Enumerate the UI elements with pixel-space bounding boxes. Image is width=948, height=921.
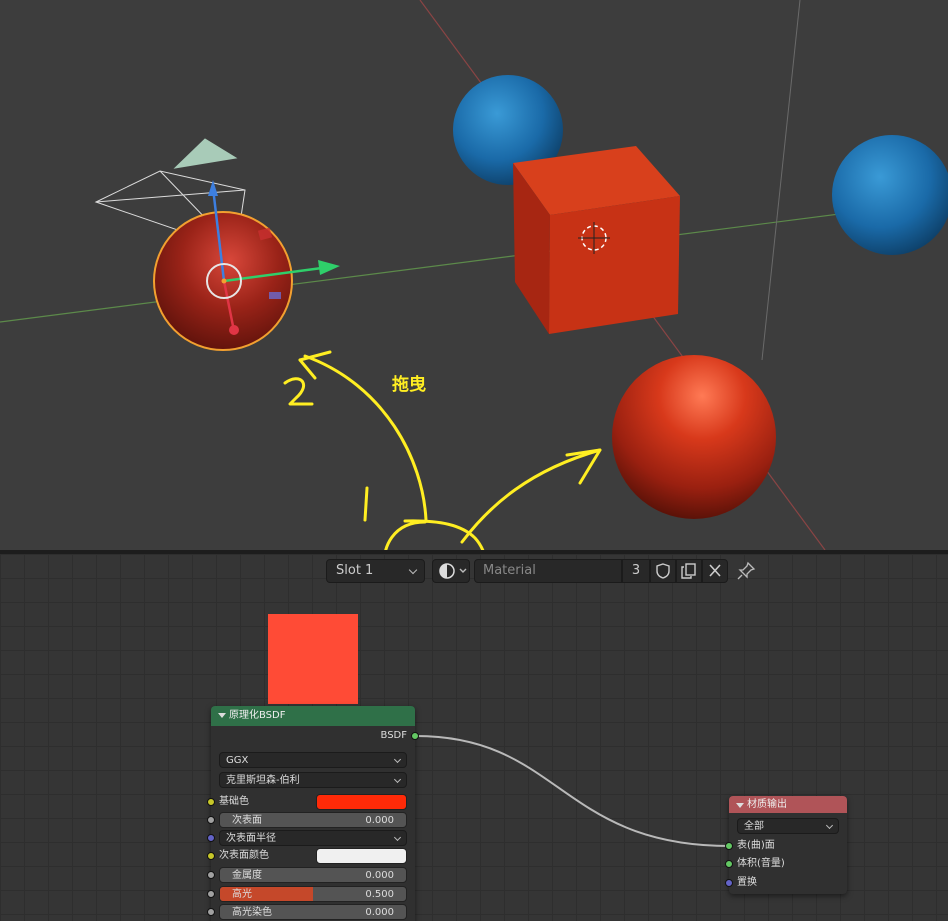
node-editor-header: Slot 1 Material 3 <box>0 554 948 588</box>
subsurface-socket[interactable] <box>207 816 215 824</box>
surface-label: 表(曲)面 <box>737 840 775 851</box>
duplicate-icon <box>681 563 696 579</box>
metallic-field[interactable]: 金属度 0.000 <box>219 867 407 883</box>
bsdf-to-surface-link <box>415 735 731 847</box>
specular-label: 高光 <box>232 889 252 900</box>
specular-field[interactable]: 高光 0.500 <box>219 886 407 902</box>
grid-line <box>761 0 801 361</box>
subsurface-color-socket[interactable] <box>207 852 215 860</box>
specular-socket[interactable] <box>207 890 215 898</box>
metallic-label: 金属度 <box>232 870 262 881</box>
material-sphere-icon <box>439 563 467 579</box>
subsurface-radius-select[interactable]: 次表面半径 <box>219 830 407 846</box>
specular-tint-value: 0.000 <box>365 907 394 918</box>
metallic-value: 0.000 <box>365 870 394 881</box>
close-icon <box>709 564 721 577</box>
duplicate-material-button[interactable] <box>676 559 702 583</box>
output-target-select[interactable]: 全部 <box>737 818 839 834</box>
pin-button[interactable] <box>734 559 758 583</box>
surface-socket[interactable] <box>725 842 733 850</box>
displacement-socket[interactable] <box>725 879 733 887</box>
volume-label: 体积(音量) <box>737 858 785 869</box>
unlink-material-button[interactable] <box>702 559 728 583</box>
bsdf-output-socket[interactable] <box>411 732 419 740</box>
subsurface-field[interactable]: 次表面 0.000 <box>219 812 407 828</box>
slot-dropdown[interactable]: Slot 1 <box>326 559 425 583</box>
subsurface-value: 0.000 <box>365 815 394 826</box>
volume-socket[interactable] <box>725 860 733 868</box>
blue-sphere-right <box>832 135 948 255</box>
subsurface-color-swatch[interactable] <box>316 848 407 864</box>
viewport-scene <box>0 0 948 550</box>
shader-node-editor[interactable]: 原理化BSDF BSDF GGX 克里斯坦森-伯利 基础色 次表面 0.000 … <box>0 554 948 921</box>
material-name-field[interactable]: Material <box>474 559 622 583</box>
specular-tint-label: 高光染色 <box>232 907 272 918</box>
slot-label: Slot 1 <box>336 563 374 578</box>
bsdf-node-header[interactable]: 原理化BSDF <box>211 706 415 726</box>
distribution-select[interactable]: GGX <box>219 752 407 768</box>
metallic-socket[interactable] <box>207 871 215 879</box>
red-sphere <box>612 355 776 519</box>
annotation-drag-label: 拖曳 <box>392 375 426 395</box>
output-node-header[interactable]: 材质输出 <box>729 796 847 813</box>
specular-value: 0.500 <box>365 889 394 900</box>
subsurface-method-select[interactable]: 克里斯坦森-伯利 <box>219 772 407 788</box>
bsdf-output-label: BSDF <box>380 730 407 741</box>
fake-user-button[interactable] <box>650 559 676 583</box>
drag-annotation <box>283 350 602 550</box>
base-color-socket[interactable] <box>207 798 215 806</box>
subsurface-radius-socket[interactable] <box>207 834 215 842</box>
displacement-label: 置换 <box>737 877 757 888</box>
red-cube <box>513 146 680 334</box>
principled-bsdf-node[interactable]: 原理化BSDF BSDF GGX 克里斯坦森-伯利 基础色 次表面 0.000 … <box>207 706 419 921</box>
subsurface-label: 次表面 <box>232 815 262 826</box>
base-color-swatch[interactable] <box>316 794 407 810</box>
specular-tint-socket[interactable] <box>207 908 215 916</box>
3d-viewport[interactable]: 拖曳 <box>0 0 948 550</box>
pin-icon <box>737 561 756 580</box>
material-name: Material <box>483 563 536 578</box>
material-output-node[interactable]: 材质输出 全部 表(曲)面 体积(音量) 置换 <box>725 796 847 894</box>
user-count-value: 3 <box>631 563 641 578</box>
specular-tint-field[interactable]: 高光染色 0.000 <box>219 904 407 920</box>
shield-icon <box>656 563 670 579</box>
browse-material-button[interactable] <box>432 559 470 583</box>
user-count[interactable]: 3 <box>622 559 650 583</box>
